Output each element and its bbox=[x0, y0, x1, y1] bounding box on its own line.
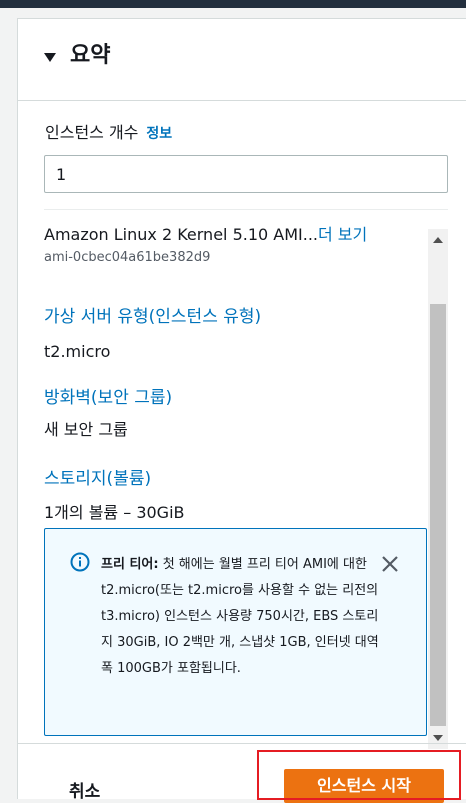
alert-bold-text: 프리 티어: bbox=[101, 557, 159, 572]
summary-title: 요약 bbox=[70, 43, 111, 68]
instance-count-label-text: 인스턴스 개수 bbox=[45, 123, 139, 142]
summary-header[interactable]: 요약 bbox=[18, 19, 466, 101]
footer-divider bbox=[18, 743, 466, 744]
alert-body-text: 첫 해에는 월별 프리 티어 AMI에 대한 t2.micro(또는 t2.mi… bbox=[101, 557, 379, 676]
scrollbar[interactable] bbox=[428, 229, 448, 749]
storage-link[interactable]: 스토리지(볼륨) bbox=[44, 467, 151, 491]
ami-name-text: Amazon Linux 2 Kernel 5.10 AMI... bbox=[44, 225, 318, 244]
alert-text: 프리 티어: 첫 해에는 월별 프리 티어 AMI에 대한 t2.micro(또… bbox=[101, 552, 381, 682]
top-nav-bar bbox=[0, 0, 466, 8]
info-link[interactable]: 정보 bbox=[146, 126, 172, 142]
divider bbox=[44, 209, 448, 210]
ami-more-link[interactable]: 더 보기 bbox=[318, 225, 367, 244]
scrollbar-thumb[interactable] bbox=[430, 304, 446, 726]
ami-id: ami-0cbec04a61be382d9 bbox=[44, 250, 211, 265]
summary-scroll-area: Amazon Linux 2 Kernel 5.10 AMI...더 보기 am… bbox=[44, 219, 448, 739]
scroll-up-icon[interactable] bbox=[433, 237, 443, 243]
info-icon bbox=[70, 552, 90, 572]
instance-type-link[interactable]: 가상 서버 유형(인스턴스 유형) bbox=[44, 305, 261, 329]
cancel-button[interactable]: 취소 bbox=[69, 777, 100, 802]
instance-type-value: t2.micro bbox=[44, 342, 111, 361]
summary-panel: 요약 인스턴스 개수 정보 Amazon Linux 2 Kernel 5.10 … bbox=[17, 18, 466, 803]
close-icon[interactable] bbox=[379, 553, 401, 575]
firewall-value: 새 보안 그룹 bbox=[44, 420, 128, 439]
caret-down-icon[interactable] bbox=[44, 53, 56, 62]
launch-instance-button[interactable]: 인스턴스 시작 bbox=[284, 769, 444, 803]
ami-name: Amazon Linux 2 Kernel 5.10 AMI...더 보기 bbox=[44, 223, 367, 247]
scroll-down-icon[interactable] bbox=[433, 735, 443, 741]
instance-count-label: 인스턴스 개수 정보 bbox=[45, 121, 172, 146]
storage-value: 1개의 볼륨 – 30GiB bbox=[44, 503, 185, 522]
free-tier-alert: 프리 티어: 첫 해에는 월별 프리 티어 AMI에 대한 t2.micro(또… bbox=[44, 528, 427, 736]
instance-count-input[interactable] bbox=[44, 155, 448, 193]
firewall-link[interactable]: 방화벽(보안 그룹) bbox=[44, 386, 172, 410]
